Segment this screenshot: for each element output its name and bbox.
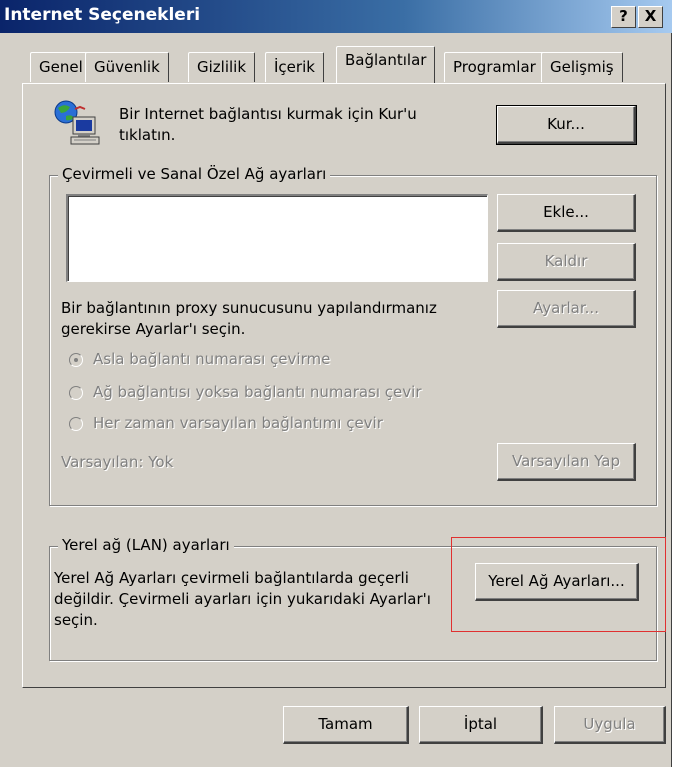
lan-text-line3: seçin. (54, 611, 98, 629)
internet-options-dialog: Internet Seçenekleri ? X Genel Güvenlik … (0, 0, 672, 767)
cancel-button[interactable]: İptal (419, 706, 543, 744)
lan-text-line1: Yerel Ağ Ayarları çevirmeli bağlantılard… (54, 569, 409, 587)
set-default-button[interactable]: Varsayılan Yap (497, 443, 636, 481)
default-value: Yok (148, 453, 174, 471)
setup-text-line1: Bir Internet bağlantısı kurmak için Kur'… (119, 105, 417, 123)
tab-icerik[interactable]: İçerik (265, 52, 324, 82)
tab-gelismis[interactable]: Gelişmiş (541, 52, 623, 82)
network-computer-icon (52, 99, 102, 147)
setup-button[interactable]: Kur... (496, 105, 637, 145)
radio-button (69, 353, 83, 367)
radio-always-dial-label: Her zaman varsayılan bağlantımı çevir (93, 414, 383, 432)
remove-button[interactable]: Kaldır (497, 243, 636, 281)
title-bar[interactable]: Internet Seçenekleri ? X (0, 0, 672, 33)
tab-guvenlik[interactable]: Güvenlik (85, 52, 169, 82)
radio-dial-no-network-label: Ağ bağlantısı yoksa bağlantı numarası çe… (93, 383, 422, 401)
ok-button[interactable]: Tamam (283, 706, 409, 744)
connection-list[interactable] (66, 194, 488, 282)
radio-never-dial-label: Asla bağlantı numarası çevirme (93, 350, 331, 368)
proxy-text-line2: gerekirse Ayarlar'ı seçin. (61, 320, 246, 338)
tab-baglantilar[interactable]: Bağlantılar (336, 46, 436, 83)
lan-legend: Yerel ağ (LAN) ayarları (58, 536, 234, 554)
highlight-box (451, 537, 666, 632)
tab-programlar[interactable]: Programlar (444, 52, 545, 82)
help-button[interactable]: ? (611, 6, 636, 28)
dialup-legend: Çevirmeli ve Sanal Özel Ağ ayarları (58, 165, 331, 183)
setup-text-line2: tıklatın. (119, 126, 176, 144)
default-label: Varsayılan: (61, 453, 144, 471)
radio-button (69, 386, 83, 400)
tab-gizlilik[interactable]: Gizlilik (188, 52, 256, 82)
settings-button[interactable]: Ayarlar... (497, 290, 636, 328)
default-connection-label: Varsayılan: Yok (61, 452, 173, 473)
window-title: Internet Seçenekleri (4, 5, 201, 25)
apply-button[interactable]: Uygula (554, 706, 666, 744)
tab-genel[interactable]: Genel (30, 52, 92, 82)
proxy-text-line1: Bir bağlantının proxy sunucusunu yapılan… (61, 299, 437, 317)
close-button[interactable]: X (638, 6, 663, 28)
lan-text-line2: değildir. Çevirmeli ayarları için yukarı… (54, 590, 431, 608)
radio-button (69, 417, 83, 431)
add-button[interactable]: Ekle... (497, 194, 636, 232)
